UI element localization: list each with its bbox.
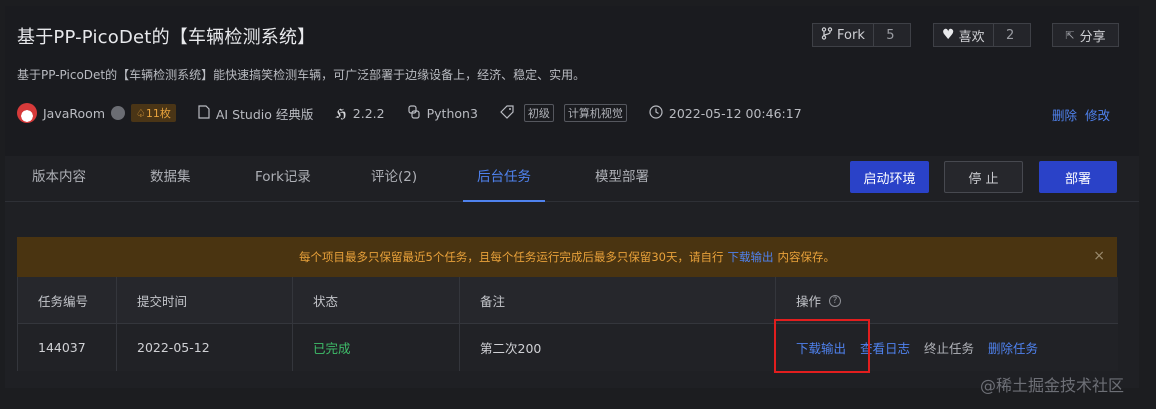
tab-datasets[interactable]: 数据集 xyxy=(150,156,191,202)
platform-info: AI Studio 经典版 xyxy=(198,104,314,123)
retention-notice: 每个项目最多只保留最近5个任务，且每个任务运行完成后最多只保留30天，请自行 下… xyxy=(17,237,1117,277)
share-button[interactable]: ⇱ 分享 xyxy=(1052,23,1119,47)
notice-text-before: 每个项目最多只保留最近5个任务，且每个任务运行完成后最多只保留30天，请自行 xyxy=(299,250,724,264)
help-icon[interactable]: ? xyxy=(829,294,842,307)
tag-icon xyxy=(500,104,514,122)
stop-button[interactable]: 停 止 xyxy=(944,161,1023,193)
fork-label: Fork xyxy=(837,27,865,43)
cell-note: 第二次200 xyxy=(460,324,776,371)
owner-links: 删除 修改 xyxy=(1052,105,1110,124)
project-panel: 基于PP-PicoDet的【车辆检测系统】 基于PP-PicoDet的【车辆检测… xyxy=(5,6,1139,388)
badge-text: 11枚 xyxy=(145,107,171,120)
author-info[interactable]: JavaRoom ♤11枚 xyxy=(17,103,176,123)
tags-info: 初级 计算机视觉 xyxy=(500,104,627,122)
watermark: @稀土掘金技术社区 xyxy=(980,376,1125,395)
table-row: 144037 2022-05-12 已完成 第二次200 下载输出 查看日志 终… xyxy=(18,324,1118,371)
fork-count: 5 xyxy=(872,24,907,46)
header-operations: 操作 ? xyxy=(776,277,1118,324)
header-actions: Fork 5 ♥ 喜欢 2 ⇱ 分享 xyxy=(812,23,1119,47)
badge-count: ♤11枚 xyxy=(131,104,176,122)
share-label: 分享 xyxy=(1079,29,1106,45)
tasks-table: 任务编号 提交时间 状态 备注 操作 ? 144037 2022-05-12 已… xyxy=(17,277,1118,371)
header-operations-label: 操作 xyxy=(796,294,822,309)
fork-button[interactable]: Fork 5 xyxy=(812,23,911,47)
cell-submit-time: 2022-05-12 xyxy=(117,324,293,371)
framework-info: ℌ 2.2.2 xyxy=(335,106,384,121)
notice-text-after: 内容保存。 xyxy=(777,250,835,264)
author-name[interactable]: JavaRoom xyxy=(43,106,105,121)
language-info: Python3 xyxy=(407,104,478,122)
download-highlight-box xyxy=(774,319,870,373)
delete-link[interactable]: 删除 xyxy=(1052,105,1077,124)
header-task-id: 任务编号 xyxy=(18,277,117,324)
heart-icon: ♥ xyxy=(942,27,955,43)
deploy-button[interactable]: 部署 xyxy=(1039,161,1117,193)
fork-button-main: Fork xyxy=(813,24,873,46)
like-button-main: ♥ 喜欢 xyxy=(934,24,993,46)
document-icon xyxy=(198,104,210,122)
project-description: 基于PP-PicoDet的【车辆检测系统】能快速搞笑检测车辆，可广泛部署于边缘设… xyxy=(17,68,586,82)
python-icon xyxy=(407,104,421,122)
clock-icon xyxy=(649,104,663,122)
tag-level[interactable]: 初级 xyxy=(523,104,554,122)
cell-task-id: 144037 xyxy=(18,324,117,371)
tab-comments[interactable]: 评论(2) xyxy=(371,156,417,202)
header-status: 状态 xyxy=(293,277,460,324)
delete-task-link[interactable]: 删除任务 xyxy=(988,338,1038,357)
time-info: 2022-05-12 00:46:17 xyxy=(649,104,802,122)
close-icon[interactable]: × xyxy=(1093,248,1105,264)
notice-download-link[interactable]: 下载输出 xyxy=(727,249,773,265)
paddle-icon: ℌ xyxy=(335,105,347,121)
tab-version-content[interactable]: 版本内容 xyxy=(32,156,86,202)
created-datetime: 2022-05-12 00:46:17 xyxy=(668,105,802,121)
platform-label: AI Studio 经典版 xyxy=(215,106,314,122)
header-note: 备注 xyxy=(460,277,776,324)
tab-fork-records[interactable]: Fork记录 xyxy=(255,156,311,202)
page-title: 基于PP-PicoDet的【车辆检测系统】 xyxy=(17,27,316,48)
header-submit-time: 提交时间 xyxy=(117,277,293,324)
level-icon xyxy=(111,106,125,120)
avatar[interactable] xyxy=(17,103,37,123)
cell-status: 已完成 xyxy=(293,324,460,371)
tag-topic[interactable]: 计算机视觉 xyxy=(563,104,627,122)
like-button[interactable]: ♥ 喜欢 2 xyxy=(933,23,1031,47)
like-label: 喜欢 xyxy=(958,29,985,45)
tab-background-tasks[interactable]: 后台任务 xyxy=(463,156,545,202)
project-meta: JavaRoom ♤11枚 AI Studio 经典版 ℌ 2.2.2 Pyth… xyxy=(17,102,824,124)
framework-version: 2.2.2 xyxy=(352,105,385,121)
fork-icon xyxy=(821,26,833,44)
terminate-task-link[interactable]: 终止任务 xyxy=(924,338,974,357)
tab-model-deploy[interactable]: 模型部署 xyxy=(595,156,649,202)
start-environment-button[interactable]: 启动环境 xyxy=(850,161,929,193)
language-label: Python3 xyxy=(426,105,478,121)
share-icon: ⇱ xyxy=(1065,28,1075,42)
like-count: 2 xyxy=(992,24,1027,46)
table-header-row: 任务编号 提交时间 状态 备注 操作 ? xyxy=(18,277,1118,324)
edit-link[interactable]: 修改 xyxy=(1085,105,1110,124)
project-header: 基于PP-PicoDet的【车辆检测系统】 基于PP-PicoDet的【车辆检测… xyxy=(5,6,1139,156)
